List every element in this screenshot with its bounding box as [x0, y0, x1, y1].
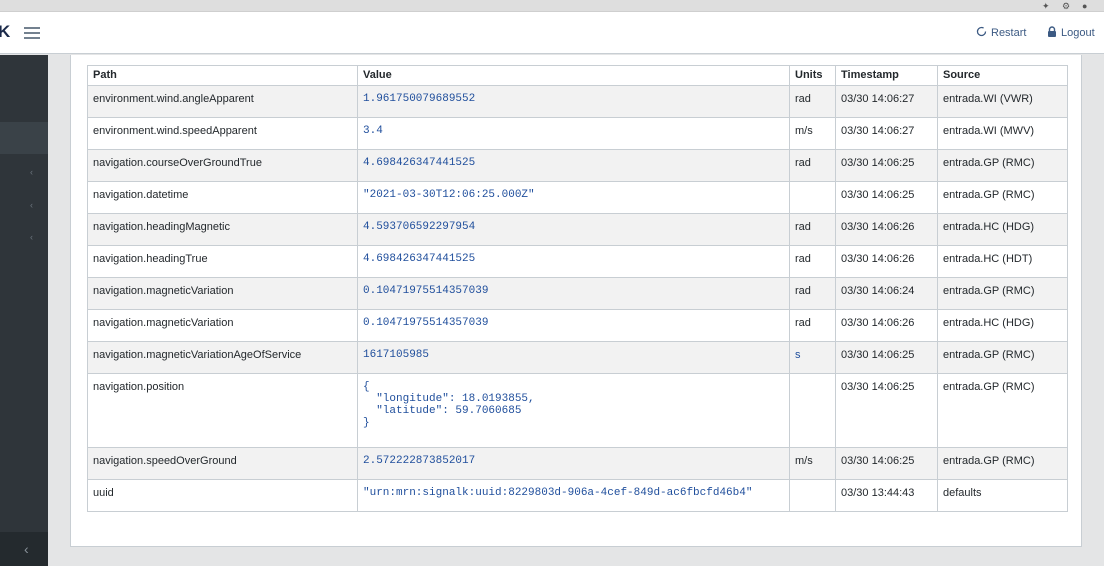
- table-row: navigation.magneticVariation 0.104719755…: [87, 277, 1068, 310]
- path-cell: navigation.speedOverGround: [87, 447, 358, 480]
- source-cell: entrada.GP (RMC): [937, 373, 1068, 448]
- source-cell: entrada.WI (MWV): [937, 117, 1068, 150]
- value-cell: 4.698426347441525: [357, 245, 790, 278]
- table-row: uuid "urn:mrn:signalk:uuid:8229803d-906a…: [87, 479, 1068, 512]
- units-cell: [789, 479, 836, 512]
- table-header-row: Path Value Units Timestamp Source: [87, 65, 1068, 86]
- lock-icon: [1047, 26, 1057, 40]
- timestamp-cell: 03/30 14:06:25: [835, 373, 938, 448]
- data-table: Path Value Units Timestamp Source enviro…: [87, 65, 1068, 512]
- sidebar-item-active[interactable]: [0, 122, 48, 154]
- column-header-path[interactable]: Path: [87, 65, 358, 86]
- circle-arrow-icon: [976, 26, 987, 40]
- source-cell: entrada.GP (RMC): [937, 181, 1068, 214]
- source-cell: entrada.HC (HDT): [937, 245, 1068, 278]
- column-header-source[interactable]: Source: [937, 65, 1068, 86]
- brand-logo[interactable]: K: [0, 22, 10, 42]
- logout-label: Logout: [1061, 27, 1095, 39]
- path-cell: environment.wind.angleApparent: [87, 85, 358, 118]
- value-cell: 2.572222873852017: [357, 447, 790, 480]
- value-cell: 4.593706592297954: [357, 213, 790, 246]
- logout-button[interactable]: Logout: [1047, 26, 1095, 40]
- chevron-left-icon[interactable]: ‹: [30, 200, 33, 210]
- path-cell: navigation.magneticVariation: [87, 309, 358, 342]
- table-row: environment.wind.angleApparent 1.9617500…: [87, 85, 1068, 118]
- app-header: K Restart Logout: [0, 12, 1104, 54]
- units-cell: [789, 373, 836, 448]
- table-row: navigation.headingTrue 4.698426347441525…: [87, 245, 1068, 278]
- table-row: navigation.courseOverGroundTrue 4.698426…: [87, 149, 1068, 182]
- source-cell: entrada.WI (VWR): [937, 85, 1068, 118]
- value-cell: { "longitude": 18.0193855, "latitude": 5…: [357, 373, 790, 448]
- value-cell: 1617105985: [357, 341, 790, 374]
- table-row: environment.wind.speedApparent 3.4 m/s 0…: [87, 117, 1068, 150]
- table-row: navigation.magneticVariationAgeOfService…: [87, 341, 1068, 374]
- table-row: navigation.position { "longitude": 18.01…: [87, 373, 1068, 448]
- timestamp-cell: 03/30 14:06:25: [835, 181, 938, 214]
- browser-toolbar-strip: ✦ ⚙ ●: [0, 0, 1104, 12]
- chevron-left-icon[interactable]: ‹: [30, 232, 33, 242]
- source-cell: entrada.GP (RMC): [937, 277, 1068, 310]
- source-cell: entrada.HC (HDG): [937, 309, 1068, 342]
- timestamp-cell: 03/30 14:06:26: [835, 309, 938, 342]
- units-cell: rad: [789, 213, 836, 246]
- units-cell: rad: [789, 85, 836, 118]
- timestamp-cell: 03/30 13:44:43: [835, 479, 938, 512]
- sidebar-minimizer-button[interactable]: ‹: [0, 532, 48, 566]
- path-cell: navigation.headingTrue: [87, 245, 358, 278]
- value-cell: 0.10471975514357039: [357, 277, 790, 310]
- path-cell: navigation.magneticVariationAgeOfService: [87, 341, 358, 374]
- units-cell: rad: [789, 149, 836, 182]
- timestamp-cell: 03/30 14:06:27: [835, 85, 938, 118]
- browser-extension-icon[interactable]: ✦: [1042, 1, 1050, 11]
- source-cell: entrada.GP (RMC): [937, 447, 1068, 480]
- timestamp-cell: 03/30 14:06:27: [835, 117, 938, 150]
- table-row: navigation.datetime "2021-03-30T12:06:25…: [87, 181, 1068, 214]
- timestamp-cell: 03/30 14:06:26: [835, 245, 938, 278]
- path-cell: navigation.magneticVariation: [87, 277, 358, 310]
- value-cell: 1.961750079689552: [357, 85, 790, 118]
- path-cell: navigation.position: [87, 373, 358, 448]
- column-header-timestamp[interactable]: Timestamp: [835, 65, 938, 86]
- restart-label: Restart: [991, 27, 1027, 39]
- hamburger-icon[interactable]: [24, 24, 40, 40]
- source-cell: entrada.GP (RMC): [937, 149, 1068, 182]
- source-cell: entrada.HC (HDG): [937, 213, 1068, 246]
- timestamp-cell: 03/30 14:06:26: [835, 213, 938, 246]
- units-cell: rad: [789, 245, 836, 278]
- column-header-units[interactable]: Units: [789, 65, 836, 86]
- path-cell: navigation.datetime: [87, 181, 358, 214]
- value-cell: "urn:mrn:signalk:uuid:8229803d-906a-4cef…: [357, 479, 790, 512]
- table-row: navigation.magneticVariation 0.104719755…: [87, 309, 1068, 342]
- units-cell: [789, 181, 836, 214]
- value-cell: 3.4: [357, 117, 790, 150]
- path-cell: environment.wind.speedApparent: [87, 117, 358, 150]
- path-cell: navigation.courseOverGroundTrue: [87, 149, 358, 182]
- table-row: navigation.headingMagnetic 4.59370659229…: [87, 213, 1068, 246]
- units-cell: m/s: [789, 117, 836, 150]
- browser-profile-icon[interactable]: ●: [1082, 1, 1087, 11]
- path-cell: navigation.headingMagnetic: [87, 213, 358, 246]
- column-header-value[interactable]: Value: [357, 65, 790, 86]
- source-cell: defaults: [937, 479, 1068, 512]
- sidebar: ‹ ‹ ‹ ‹: [0, 55, 48, 566]
- chevron-left-icon: ‹: [24, 541, 29, 557]
- chevron-left-icon[interactable]: ‹: [30, 167, 33, 177]
- timestamp-cell: 03/30 14:06:25: [835, 149, 938, 182]
- timestamp-cell: 03/30 14:06:25: [835, 447, 938, 480]
- timestamp-cell: 03/30 14:06:25: [835, 341, 938, 374]
- restart-button[interactable]: Restart: [976, 26, 1026, 40]
- value-cell: 0.10471975514357039: [357, 309, 790, 342]
- units-cell: s: [789, 341, 836, 374]
- browser-settings-icon[interactable]: ⚙: [1062, 1, 1070, 11]
- units-cell: rad: [789, 309, 836, 342]
- value-cell: 4.698426347441525: [357, 149, 790, 182]
- units-cell: m/s: [789, 447, 836, 480]
- value-cell: "2021-03-30T12:06:25.000Z": [357, 181, 790, 214]
- table-row: navigation.speedOverGround 2.57222287385…: [87, 447, 1068, 480]
- units-cell: rad: [789, 277, 836, 310]
- path-cell: uuid: [87, 479, 358, 512]
- source-cell: entrada.GP (RMC): [937, 341, 1068, 374]
- timestamp-cell: 03/30 14:06:24: [835, 277, 938, 310]
